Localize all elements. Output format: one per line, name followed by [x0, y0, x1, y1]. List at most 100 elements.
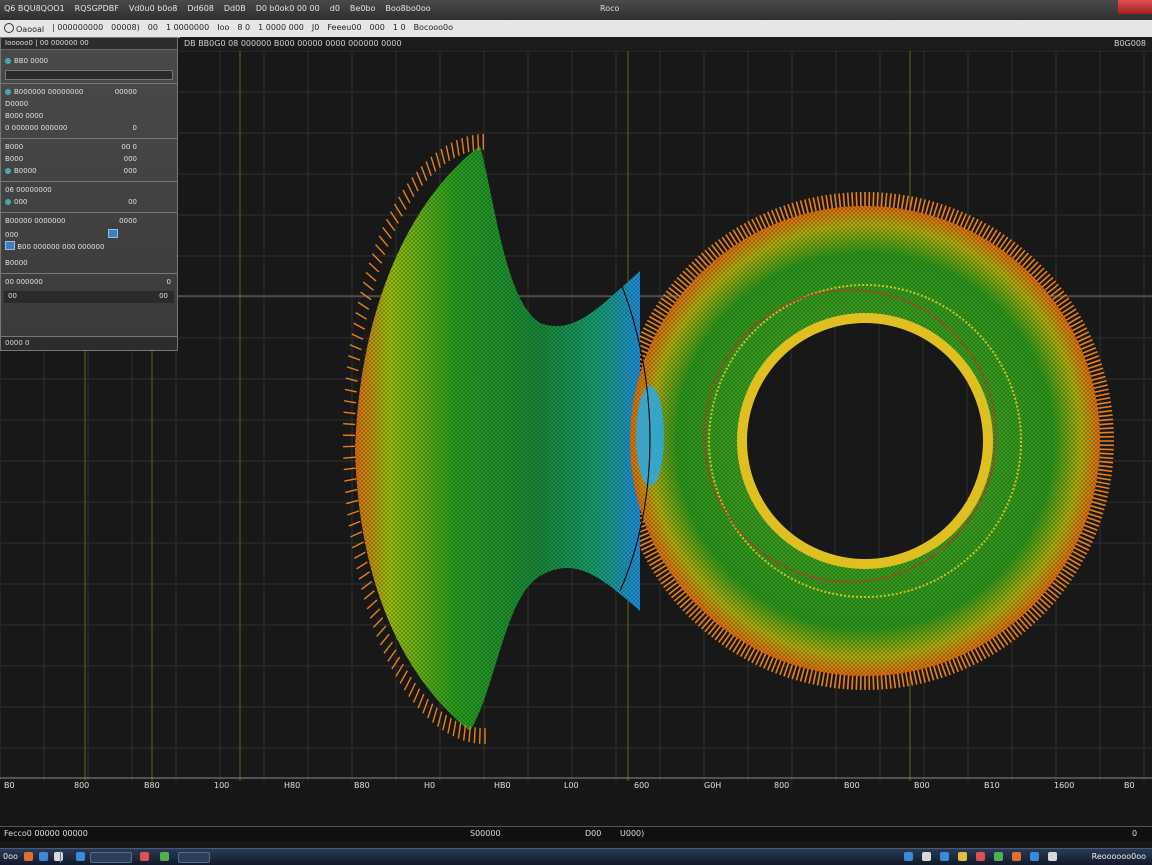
panel-row[interactable]: 0 000000 0000000 — [1, 123, 177, 135]
panel-row[interactable]: B000000 — [1, 154, 177, 166]
ring-hole — [747, 323, 983, 559]
object-icon — [5, 58, 11, 64]
panel-footer: 0000 0 — [1, 336, 177, 350]
toolbar-item[interactable]: 1 0000 000 — [258, 23, 304, 34]
panel-row-value: 00 — [128, 198, 137, 206]
menu-bar: Q6 BQU8QOO1 RQSGPDBF Vd0u0 b0o8 Dd608 Dd… — [4, 4, 431, 13]
toolbar-item[interactable]: 1 0000000 — [166, 23, 209, 34]
toolbar: Oaooal | 000000000 00008) 00 1 0000000 I… — [0, 20, 1152, 38]
panel-row-label: B00 000000 000 000000 — [17, 243, 104, 251]
plot-header-right: B0G008 — [1114, 39, 1146, 48]
app-icon[interactable] — [76, 852, 85, 861]
panel-row[interactable]: 00 0000000 — [1, 277, 177, 289]
panel-row[interactable]: B0000 — [1, 258, 177, 270]
divider — [1, 138, 177, 139]
panel-row[interactable]: 000 — [1, 228, 177, 240]
start-button[interactable]: 0oo — [3, 852, 18, 861]
taskbar-button[interactable] — [178, 852, 210, 863]
tray-icon[interactable] — [1048, 852, 1057, 861]
panel-row[interactable]: B00 000000 000 000000 — [1, 240, 177, 252]
properties-panel: Iooooo0 | 00 000000 00 BB0 0000 B000000 … — [0, 37, 178, 351]
panel-row[interactable]: B00000 00000000000 — [1, 216, 177, 228]
app-icon[interactable] — [24, 852, 33, 861]
tray-icon[interactable] — [994, 852, 1003, 861]
panel-row-value: 0 — [167, 278, 171, 286]
x-tick-label: B0 — [1124, 781, 1135, 790]
x-tick-label: B00 — [844, 781, 860, 790]
toolbar-item[interactable]: J0 — [312, 23, 319, 34]
panel-row-label: B000 0000 — [5, 112, 43, 120]
toolbar-item[interactable]: 8 0 — [237, 23, 250, 34]
folder-icon[interactable] — [54, 852, 63, 861]
toolbar-item[interactable]: 00008) — [111, 23, 140, 34]
panel-row[interactable]: D0000 — [1, 99, 177, 111]
menu-item[interactable]: Be0bo — [350, 4, 375, 13]
tray-icon[interactable] — [922, 852, 931, 861]
tray-icon[interactable] — [904, 852, 913, 861]
panel-row-value: 00 — [159, 292, 168, 300]
panel-row[interactable]: 06 00000000 — [1, 185, 177, 197]
app-icon[interactable] — [140, 852, 149, 861]
menu-item[interactable]: RQSGPDBF — [75, 4, 119, 13]
x-tick-label: 1600 — [1054, 781, 1074, 790]
toolbar-item[interactable]: Ioo — [217, 23, 229, 34]
browser-icon[interactable] — [39, 852, 48, 861]
panel-row-value: 0000 — [119, 217, 137, 225]
app-icon[interactable] — [160, 852, 169, 861]
toolbar-item[interactable]: 000 — [370, 23, 385, 34]
panel-row-label: B0000 — [5, 259, 28, 267]
toolbar-item-label: Oaooal — [16, 25, 44, 34]
tray-icon[interactable] — [976, 852, 985, 861]
panel-row-label: 0 000000 000000 — [5, 124, 67, 132]
menu-item[interactable]: Vd0u0 b0o8 — [129, 4, 178, 13]
panel-row-label: B000 — [5, 143, 23, 151]
panel-row[interactable]: BB0 0000 — [1, 56, 177, 68]
x-tick-label: H80 — [284, 781, 300, 790]
search-icon — [4, 23, 14, 33]
tray-icon[interactable] — [940, 852, 949, 861]
tray-icon[interactable] — [1012, 852, 1021, 861]
toolbar-item[interactable]: 00 — [148, 23, 158, 34]
toolbar-item[interactable]: 1 0 — [393, 23, 406, 34]
status-mid: D00 — [585, 829, 601, 838]
x-tick-label: B80 — [144, 781, 160, 790]
menu-item[interactable]: Dd608 — [187, 4, 214, 13]
panel-row[interactable]: B000 0000 — [1, 111, 177, 123]
tray-icon[interactable] — [1030, 852, 1039, 861]
panel-row-label: 06 00000000 — [5, 186, 52, 194]
menu-item[interactable]: D0 b0ok0 00 00 — [256, 4, 320, 13]
divider — [1, 83, 177, 84]
plot-header: DB BB0G0 08 000000 B000 00000 0000 00000… — [180, 37, 1152, 51]
menu-item[interactable]: d0 — [330, 4, 340, 13]
tray-icon[interactable] — [958, 852, 967, 861]
panel-row[interactable]: 00000 — [1, 197, 177, 209]
status-center: S00000 — [470, 829, 501, 838]
panel-row[interactable]: B00000 0 — [1, 142, 177, 154]
panel-row-label: B0000 — [14, 167, 37, 175]
toolbar-item[interactable]: Bocooo0o — [414, 23, 453, 34]
x-tick-label: 100 — [214, 781, 229, 790]
panel-row-label: B000000 00000000 — [14, 88, 83, 96]
menu-item[interactable]: Q6 BQU8QOO1 — [4, 4, 65, 13]
status-mid2: U000) — [620, 829, 644, 838]
panel-row[interactable]: B000000 00000000 00000 — [1, 87, 177, 99]
toolbar-item[interactable]: | 000000000 — [52, 23, 103, 34]
toolbar-item[interactable]: Oaooal — [4, 23, 44, 34]
object-icon — [5, 199, 11, 205]
bell-spike — [343, 457, 355, 458]
toolbar-item[interactable]: Feeeu00 — [327, 23, 361, 34]
panel-row-label: D0000 — [5, 100, 28, 108]
color-button[interactable] — [108, 229, 118, 238]
menu-item[interactable]: Dd0B — [224, 4, 246, 13]
close-button[interactable] — [1118, 0, 1152, 14]
taskbar: 0oo Reoooooo0oo — [0, 848, 1152, 865]
color-button[interactable] — [5, 241, 15, 250]
panel-row[interactable]: 0000 — [4, 291, 174, 303]
panel-row-value: 00000 — [115, 88, 137, 96]
panel-row[interactable]: B0000000 — [1, 166, 177, 178]
object-icon — [5, 89, 11, 95]
taskbar-button[interactable] — [90, 852, 132, 863]
panel-input[interactable] — [5, 70, 173, 80]
divider — [1, 212, 177, 213]
menu-item[interactable]: Boo8bo0oo — [385, 4, 430, 13]
